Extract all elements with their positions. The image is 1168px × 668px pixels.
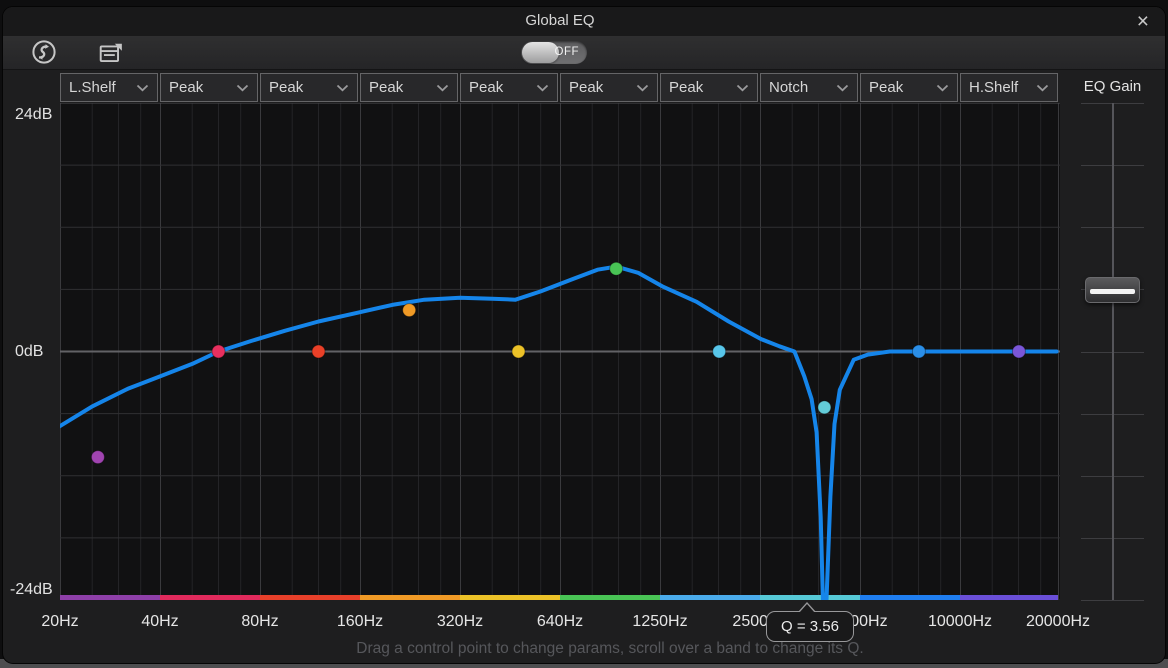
eq-response-curve (60, 267, 1057, 600)
freq-tick-label: 160Hz (337, 613, 383, 631)
chevron-down-icon (636, 84, 649, 92)
freq-tick-label: 80Hz (241, 613, 278, 631)
band-type-dropdown-7[interactable]: Peak (660, 73, 758, 102)
eq-graph-area[interactable] (60, 103, 1060, 600)
control-point-band-7[interactable] (713, 345, 726, 358)
band-type-label: Peak (269, 79, 303, 96)
chevron-down-icon (836, 84, 849, 92)
freq-tick-label: 20Hz (41, 613, 78, 631)
band-type-label: L.Shelf (69, 79, 116, 96)
freq-tick-label: 320Hz (437, 613, 483, 631)
chevron-down-icon (436, 84, 449, 92)
band-type-dropdown-10[interactable]: H.Shelf (960, 73, 1058, 102)
band-type-label: Peak (469, 79, 503, 96)
chevron-down-icon (1036, 84, 1049, 92)
title-bar[interactable]: Global EQ × (3, 7, 1165, 36)
preset-menu-icon[interactable] (98, 41, 124, 67)
band-type-label: H.Shelf (969, 79, 1018, 96)
band-type-dropdown-2[interactable]: Peak (160, 73, 258, 102)
band-type-dropdown-8[interactable]: Notch (760, 73, 858, 102)
spectrum-strip-segment (60, 595, 160, 600)
band-type-dropdown-1[interactable]: L.Shelf (60, 73, 158, 102)
spectrum-strip-segment (460, 595, 560, 600)
spectrum-strip-segment (360, 595, 460, 600)
freq-tick-label: 20000Hz (1026, 613, 1090, 631)
control-point-band-10[interactable] (1012, 345, 1025, 358)
band-type-label: Peak (169, 79, 203, 96)
control-point-band-6[interactable] (610, 262, 623, 275)
control-point-band-1[interactable] (91, 451, 104, 464)
control-point-band-3[interactable] (312, 345, 325, 358)
q-value-text: Q = 3.56 (781, 618, 839, 635)
slider-tick (1081, 600, 1144, 601)
q-value-tooltip: Q = 3.56 (766, 611, 854, 642)
power-toggle[interactable]: OFF (521, 41, 587, 64)
eq-gain-label: EQ Gain (1060, 78, 1165, 95)
eq-response-chart[interactable] (60, 103, 1060, 600)
chevron-down-icon (936, 84, 949, 92)
band-type-dropdown-3[interactable]: Peak (260, 73, 358, 102)
window-title: Global EQ (3, 12, 1141, 29)
band-type-dropdown-6[interactable]: Peak (560, 73, 658, 102)
band-type-dropdown-9[interactable]: Peak (860, 73, 958, 102)
spectrum-strip-segment (860, 595, 960, 600)
global-eq-window: Global EQ × OFF L.Shelf Peak Peak Peak Peak P… (3, 7, 1165, 663)
knob-grip-line (1090, 289, 1135, 294)
spectrum-strip-segment (660, 595, 760, 600)
toolbar: OFF (3, 36, 1165, 70)
band-type-dropdown-4[interactable]: Peak (360, 73, 458, 102)
db-tick-label: 0dB (15, 343, 43, 361)
control-point-band-2[interactable] (212, 345, 225, 358)
eq-gain-knob[interactable] (1085, 277, 1140, 303)
chevron-down-icon (736, 84, 749, 92)
power-toggle-state: OFF (555, 46, 580, 58)
control-point-band-5[interactable] (512, 345, 525, 358)
band-type-dropdown-5[interactable]: Peak (460, 73, 558, 102)
control-point-band-9[interactable] (912, 345, 925, 358)
spectrum-strip-segment (760, 595, 860, 600)
control-point-band-4[interactable] (403, 304, 416, 317)
chevron-down-icon (336, 84, 349, 92)
band-type-label: Peak (869, 79, 903, 96)
chevron-down-icon (236, 84, 249, 92)
power-toggle-knob[interactable] (522, 42, 559, 63)
band-type-label: Peak (669, 79, 703, 96)
freq-tick-label: 1250Hz (632, 613, 687, 631)
db-tick-label: -24dB (10, 581, 53, 599)
eq-gain-slider[interactable] (1060, 103, 1165, 600)
band-type-label: Notch (769, 79, 808, 96)
sync-icon[interactable] (31, 39, 57, 65)
freq-tick-label: 640Hz (537, 613, 583, 631)
spectrum-strip-segment (960, 595, 1058, 600)
spectrum-strip-segment (260, 595, 360, 600)
freq-tick-label: 10000Hz (928, 613, 992, 631)
band-type-label: Peak (569, 79, 603, 96)
band-type-label: Peak (369, 79, 403, 96)
close-icon[interactable]: × (1137, 9, 1149, 34)
spectrum-strip-segment (560, 595, 660, 600)
freq-tick-label: 40Hz (141, 613, 178, 631)
chevron-down-icon (536, 84, 549, 92)
db-tick-label: 24dB (15, 106, 52, 124)
slider-track[interactable] (1112, 103, 1114, 600)
status-hint: Drag a control point to change params, s… (29, 640, 1165, 658)
chevron-down-icon (136, 84, 149, 92)
spectrum-strip-segment (160, 595, 260, 600)
control-point-band-8[interactable] (818, 401, 831, 414)
